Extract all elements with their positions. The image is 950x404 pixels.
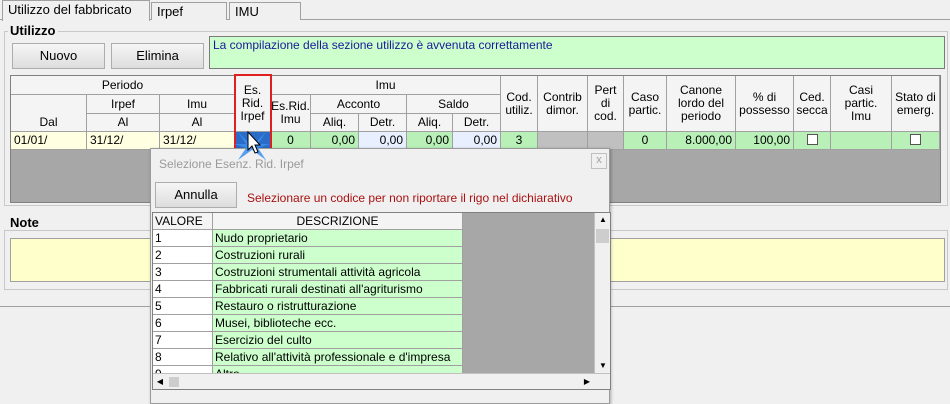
tab-imu[interactable]: IMU bbox=[229, 2, 301, 20]
header-imu: Imu bbox=[271, 76, 501, 95]
tab-irpef[interactable]: Irpef bbox=[151, 2, 227, 20]
header-ced-secca: Ced. secca bbox=[794, 76, 831, 132]
list-item-value: 1 bbox=[153, 230, 213, 247]
header-dal: Dal bbox=[11, 114, 87, 132]
scroll-right-icon[interactable]: ▶ bbox=[580, 375, 594, 389]
list-item-value: 4 bbox=[153, 281, 213, 298]
header-es-rid-imu: Es.Rid. Imu bbox=[271, 95, 311, 132]
popup-instruction: Selezionare un codice per non riportare … bbox=[247, 191, 573, 205]
vertical-scrollbar[interactable]: ▲ ▼ bbox=[594, 213, 610, 373]
list-item[interactable]: 4 Fabbricati rurali destinati all'agritur… bbox=[153, 281, 463, 298]
list-item-value: 5 bbox=[153, 298, 213, 315]
header-detr-saldo: Detr. bbox=[453, 114, 501, 132]
list-item-desc: Musei, biblioteche ecc. bbox=[213, 315, 463, 332]
header-al-imu: Al bbox=[160, 114, 235, 132]
list-item-desc: Costruzioni rurali bbox=[213, 247, 463, 264]
hscroll-thumb[interactable] bbox=[169, 377, 179, 387]
list-item-value: 2 bbox=[153, 247, 213, 264]
scroll-thumb[interactable] bbox=[596, 229, 609, 243]
list-item[interactable]: 1 Nudo proprietario bbox=[153, 230, 463, 247]
cell-perc-possesso[interactable]: 100,00 bbox=[736, 132, 794, 150]
header-casi-partic-imu: Casi partic. Imu bbox=[831, 76, 892, 132]
header-imu-sub: Imu bbox=[160, 95, 235, 114]
list-item-desc: Nudo proprietario bbox=[213, 230, 463, 247]
delete-button[interactable]: Elimina bbox=[111, 43, 204, 69]
new-button[interactable]: Nuovo bbox=[12, 43, 105, 69]
cell-stato-emerg bbox=[892, 132, 940, 150]
header-periodo: Periodo bbox=[11, 76, 235, 95]
col-header-value: VALORE bbox=[153, 213, 213, 230]
cursor-click-icon bbox=[234, 130, 270, 160]
cell-ced-secca bbox=[794, 132, 831, 150]
list-item[interactable]: 7 Esercizio del culto bbox=[153, 332, 463, 349]
popup-close-button[interactable]: x bbox=[591, 153, 607, 169]
list-item[interactable]: 2 Costruzioni rurali bbox=[153, 247, 463, 264]
header-canone: Canone lordo del periodo bbox=[667, 76, 736, 132]
header-stato-emerg: Stato di emerg. bbox=[892, 76, 940, 132]
ced-secca-checkbox[interactable] bbox=[806, 134, 818, 145]
list-item-desc: Relativo all'attività professionale e d'… bbox=[213, 349, 463, 366]
col-header-desc: DESCRIZIONE bbox=[213, 213, 463, 230]
cell-canone[interactable]: 8.000,00 bbox=[667, 132, 736, 150]
code-list: VALORE DESCRIZIONE 1 Nudo proprietario 2 Co… bbox=[152, 212, 611, 390]
header-aliq-acconto: Aliq. bbox=[311, 114, 359, 132]
list-item-desc: Esercizio del culto bbox=[213, 332, 463, 349]
tab-utilizzo[interactable]: Utilizzo del fabbricato bbox=[2, 0, 150, 21]
list-item[interactable]: 8 Relativo all'attività professionale e d… bbox=[153, 349, 463, 366]
list-item[interactable]: 3 Costruzioni strumentali attività agrico… bbox=[153, 264, 463, 281]
list-item-desc: Fabbricati rurali destinati all'agrituri… bbox=[213, 281, 463, 298]
note-title: Note bbox=[8, 215, 41, 230]
scroll-left-icon[interactable]: ◀ bbox=[153, 375, 167, 389]
header-saldo: Saldo bbox=[407, 95, 501, 114]
list-item[interactable]: 5 Restauro o ristrutturazione bbox=[153, 298, 463, 315]
header-acconto: Acconto bbox=[311, 95, 407, 114]
cancel-button[interactable]: Annulla bbox=[155, 182, 237, 208]
header-contrib-dimor: Contrib dimor. bbox=[538, 76, 588, 132]
list-item-value: 7 bbox=[153, 332, 213, 349]
header-detr-acconto: Detr. bbox=[359, 114, 407, 132]
header-aliq-saldo: Aliq. bbox=[407, 114, 453, 132]
cell-casi-partic-imu[interactable] bbox=[831, 132, 892, 150]
status-message: La compilazione della sezione utilizzo è… bbox=[209, 36, 945, 69]
tab-bar: Utilizzo del fabbricato Irpef IMU bbox=[0, 0, 950, 21]
header-cod-utiliz: Cod. utiliz. bbox=[501, 76, 538, 132]
selection-popup: Selezione Esenz. Rid. Irpef x Annulla Se… bbox=[150, 148, 611, 404]
header-pert-di-cod: Pert di cod. bbox=[588, 76, 624, 132]
cell-dal[interactable]: 01/01/ bbox=[11, 132, 87, 150]
list-item-value: 8 bbox=[153, 349, 213, 366]
list-item-value: 6 bbox=[153, 315, 213, 332]
horizontal-scrollbar[interactable]: ◀ ▶ bbox=[153, 373, 610, 389]
header-caso-partic: Caso partic. bbox=[624, 76, 667, 132]
cell-caso-partic[interactable]: 0 bbox=[624, 132, 667, 150]
list-item-desc: Costruzioni strumentali attività agricol… bbox=[213, 264, 463, 281]
header-irpef: Irpef bbox=[87, 95, 160, 114]
scroll-down-icon[interactable]: ▼ bbox=[595, 359, 611, 373]
header-perc-possesso: % di possesso bbox=[736, 76, 794, 132]
list-item-desc: Restauro o ristrutturazione bbox=[213, 298, 463, 315]
list-item-value: 3 bbox=[153, 264, 213, 281]
utilizzo-title: Utilizzo bbox=[8, 23, 58, 38]
list-item[interactable]: 6 Musei, biblioteche ecc. bbox=[153, 315, 463, 332]
scroll-up-icon[interactable]: ▲ bbox=[595, 213, 611, 227]
stato-emerg-checkbox[interactable] bbox=[910, 134, 921, 145]
header-al-irpef: Al bbox=[87, 114, 160, 132]
